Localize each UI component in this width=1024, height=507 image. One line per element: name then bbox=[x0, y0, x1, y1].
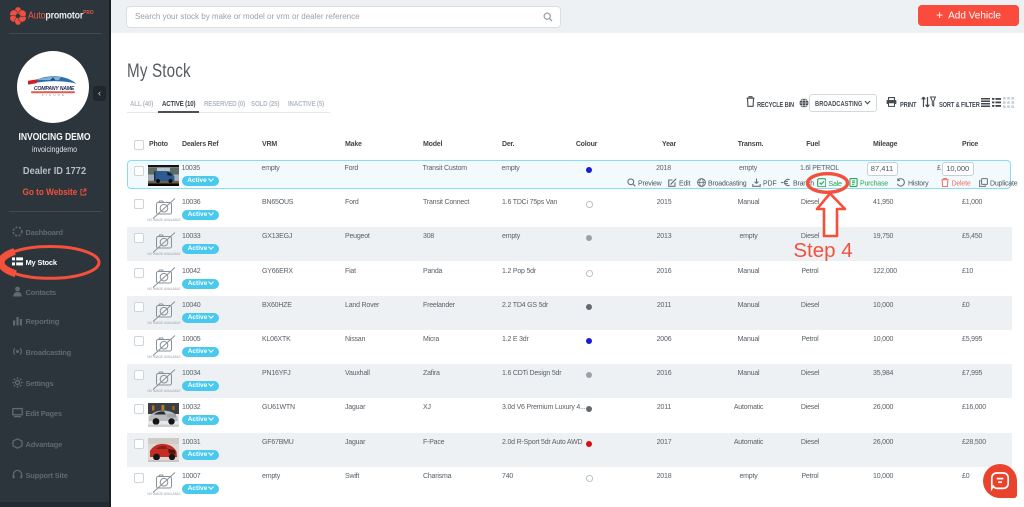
svg-text:NO IMAGE AVAILABLE: NO IMAGE AVAILABLE bbox=[147, 389, 180, 393]
svg-text:Step 4: Step 4 bbox=[793, 239, 852, 262]
svg-text:NO IMAGE AVAILABLE: NO IMAGE AVAILABLE bbox=[147, 492, 180, 496]
svg-text:NO IMAGE AVAILABLE: NO IMAGE AVAILABLE bbox=[147, 287, 180, 291]
svg-text:NO IMAGE AVAILABLE: NO IMAGE AVAILABLE bbox=[147, 355, 180, 359]
svg-text:COMPANY NAME: COMPANY NAME bbox=[34, 86, 75, 92]
svg-text:NO IMAGE AVAILABLE: NO IMAGE AVAILABLE bbox=[147, 218, 180, 222]
svg-text:FIGURE: FIGURE bbox=[42, 93, 67, 97]
svg-text:NO IMAGE AVAILABLE: NO IMAGE AVAILABLE bbox=[147, 252, 180, 256]
svg-text:NO IMAGE AVAILABLE: NO IMAGE AVAILABLE bbox=[147, 321, 180, 325]
